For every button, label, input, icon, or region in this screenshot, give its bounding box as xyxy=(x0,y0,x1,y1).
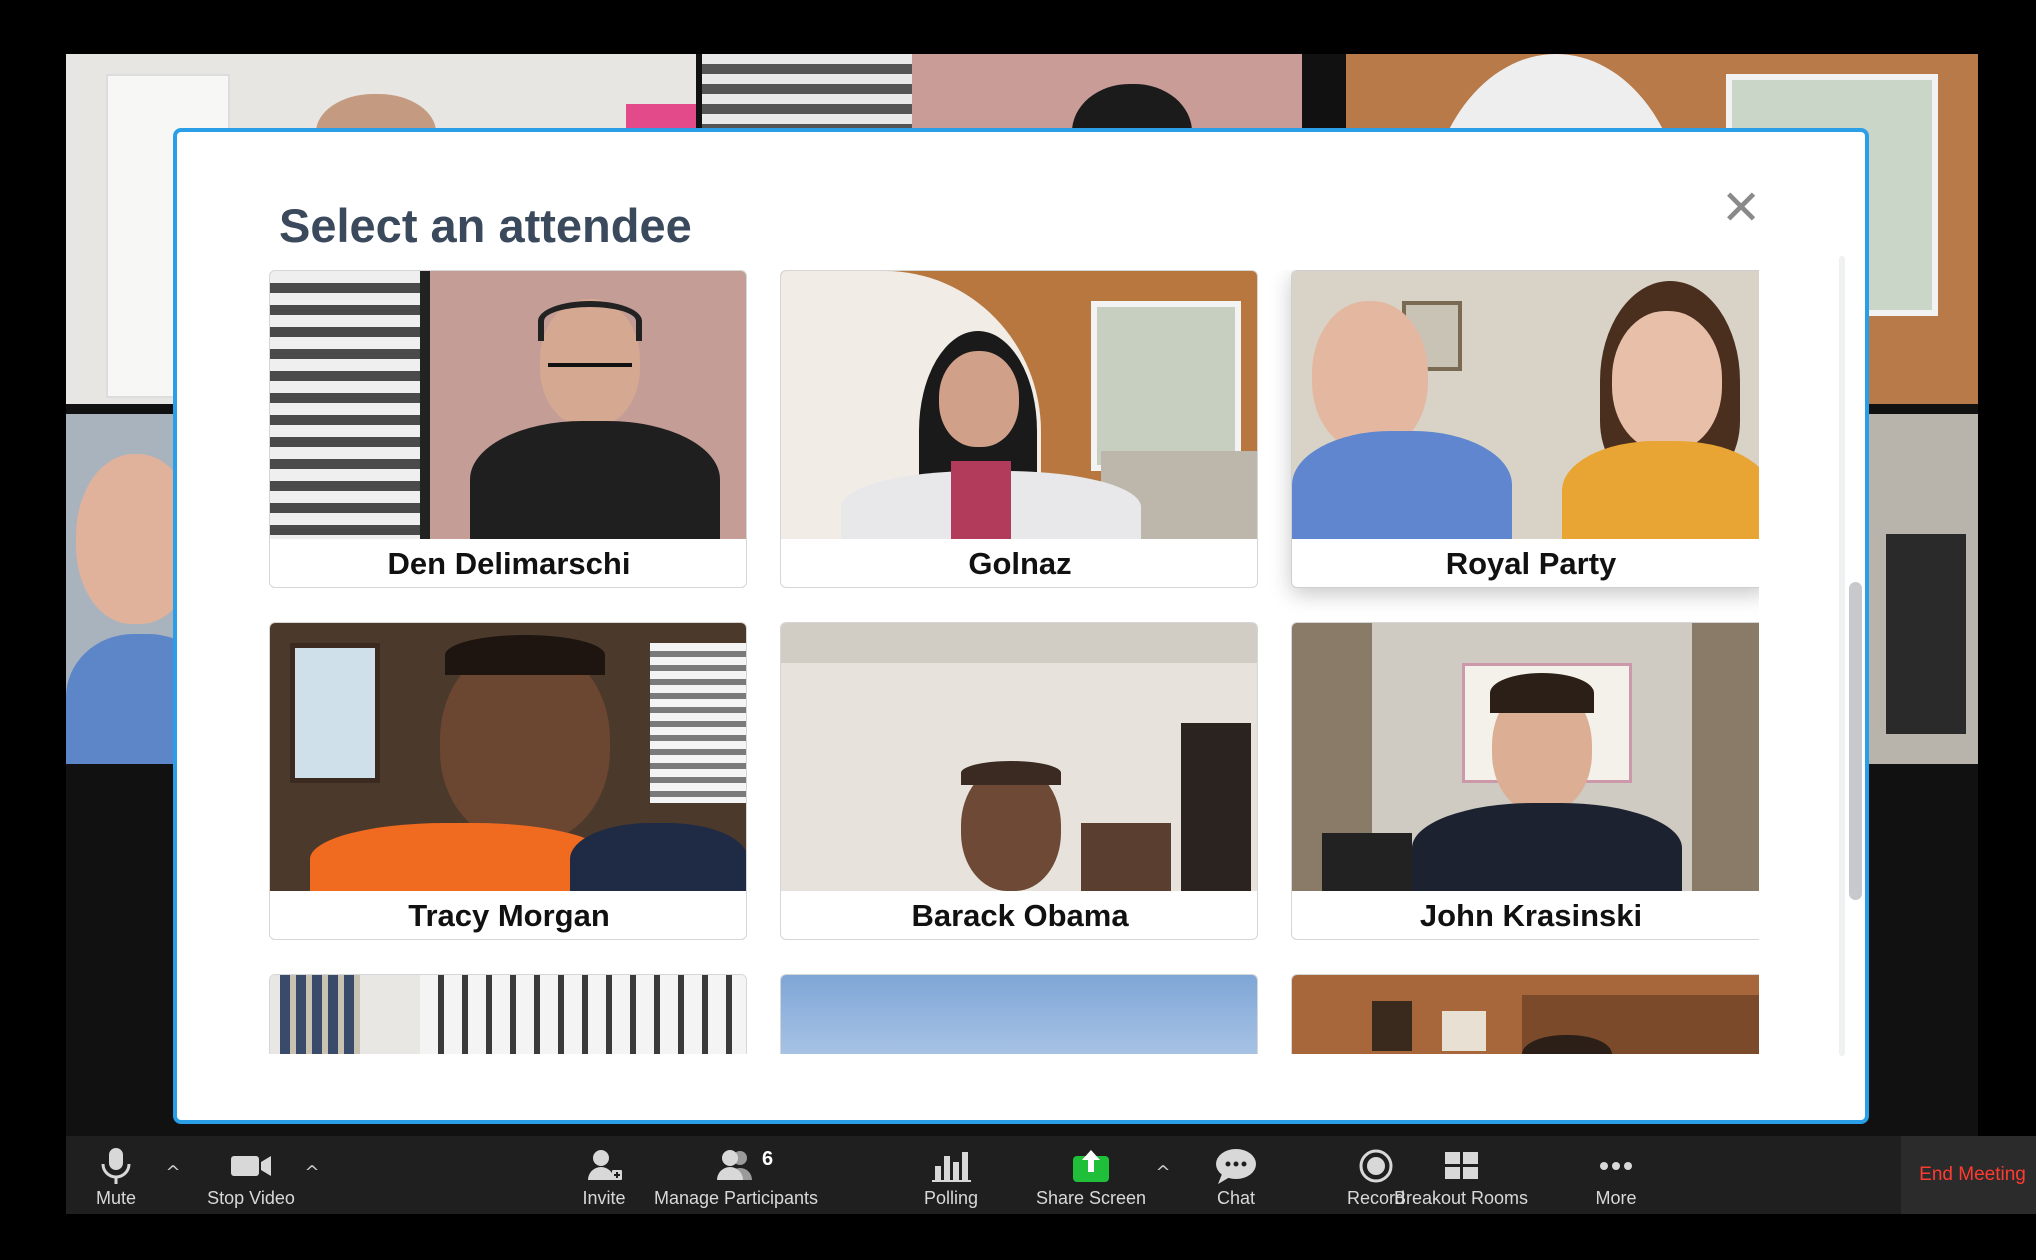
more-dots-icon xyxy=(1576,1146,1656,1186)
video-options-caret-icon[interactable]: ^ xyxy=(300,1162,324,1183)
breakout-rooms-icon xyxy=(1371,1146,1551,1186)
attendee-video-thumbnail xyxy=(270,975,746,1054)
attendee-video-thumbnail xyxy=(270,271,746,539)
attendee-name: Den Delimarschi xyxy=(387,546,631,581)
attendee-name: Royal Party xyxy=(1445,546,1617,581)
chat-label: Chat xyxy=(1216,1188,1256,1208)
attendee-card[interactable]: John Krasinski xyxy=(1291,622,1759,940)
dialog-title: Select an attendee xyxy=(279,199,692,252)
audio-options-caret-icon[interactable]: ^ xyxy=(161,1162,185,1183)
attendee-video-thumbnail xyxy=(781,271,1257,539)
bar-chart-icon xyxy=(906,1146,996,1186)
attendee-card[interactable]: Den Delimarschi xyxy=(269,270,747,588)
attendee-video-thumbnail xyxy=(781,623,1257,891)
breakout-rooms-button[interactable]: Breakout Rooms xyxy=(1371,1136,1551,1214)
more-button[interactable]: More xyxy=(1576,1136,1656,1214)
attendee-video-thumbnail xyxy=(781,975,1257,1054)
chat-bubble-icon xyxy=(1186,1146,1286,1186)
attendee-card[interactable]: Tracy Morgan xyxy=(269,622,747,940)
breakout-rooms-label: Breakout Rooms xyxy=(1393,1188,1529,1208)
gallery-tile xyxy=(66,414,186,764)
meeting-toolbar: Mute ^ Stop Video ^ Invite 6 Manage Part… xyxy=(66,1136,2036,1214)
scrollbar-thumb[interactable] xyxy=(1849,582,1862,900)
polling-label: Polling xyxy=(923,1188,979,1208)
participant-count-badge: 6 xyxy=(762,1148,774,1170)
video-camera-icon xyxy=(191,1146,311,1186)
attendee-card[interactable] xyxy=(1291,974,1759,1054)
mute-label: Mute xyxy=(95,1188,137,1208)
attendee-video-thumbnail xyxy=(1292,975,1759,1054)
scrollbar-track[interactable] xyxy=(1839,256,1845,1056)
attendee-video-thumbnail xyxy=(270,623,746,891)
more-label: More xyxy=(1595,1188,1637,1208)
share-screen-button[interactable]: Share Screen xyxy=(1026,1136,1156,1214)
polling-button[interactable]: Polling xyxy=(906,1136,996,1214)
invite-button[interactable]: Invite xyxy=(554,1136,654,1214)
attendee-card[interactable] xyxy=(780,974,1258,1054)
attendee-name: John Krasinski xyxy=(1419,898,1643,933)
invite-label: Invite xyxy=(582,1188,626,1208)
microphone-icon xyxy=(76,1146,156,1186)
select-attendee-dialog: Select an attendee ✕ Den Delimarschi Gol… xyxy=(173,128,1869,1124)
gallery-tile xyxy=(1866,414,1978,764)
chat-button[interactable]: Chat xyxy=(1186,1136,1286,1214)
attendee-card[interactable]: Golnaz xyxy=(780,270,1258,588)
share-screen-label: Share Screen xyxy=(1035,1188,1147,1208)
attendee-card[interactable]: Royal Party xyxy=(1291,270,1759,588)
attendee-video-thumbnail xyxy=(1292,623,1759,891)
share-options-caret-icon[interactable]: ^ xyxy=(1151,1162,1175,1183)
attendee-card[interactable]: Barack Obama xyxy=(780,622,1258,940)
attendee-name: Tracy Morgan xyxy=(408,898,610,933)
stop-video-label: Stop Video xyxy=(207,1188,295,1208)
manage-participants-button[interactable]: 6 Manage Participants xyxy=(646,1136,826,1214)
participants-icon xyxy=(646,1146,826,1186)
mute-button[interactable]: Mute xyxy=(76,1136,156,1214)
attendee-card[interactable] xyxy=(269,974,747,1054)
stop-video-button[interactable]: Stop Video xyxy=(191,1136,311,1214)
manage-participants-label: Manage Participants xyxy=(653,1188,819,1208)
add-person-icon xyxy=(554,1146,654,1186)
close-icon[interactable]: ✕ xyxy=(1721,184,1761,232)
attendee-name: Barack Obama xyxy=(911,898,1129,933)
share-screen-icon xyxy=(1026,1146,1156,1186)
end-meeting-button[interactable]: End Meeting xyxy=(1901,1136,2036,1214)
attendee-name: Golnaz xyxy=(968,546,1072,581)
attendee-grid: Den Delimarschi Golnaz Royal Party Tracy… xyxy=(269,270,1759,1054)
attendee-video-thumbnail xyxy=(1292,271,1759,539)
